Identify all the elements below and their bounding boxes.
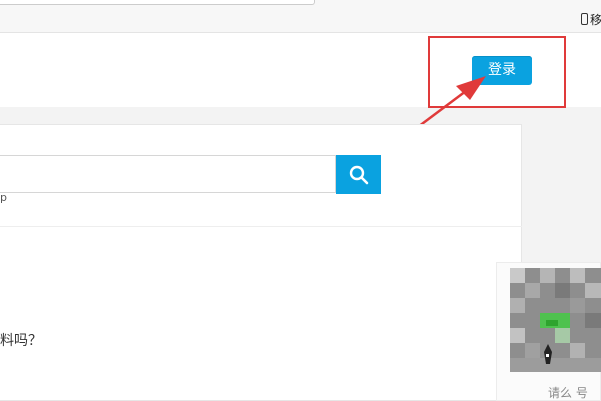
question-text: 料吗？	[0, 333, 42, 349]
annotation-highlight-box	[428, 36, 566, 108]
top-bar: 移	[0, 0, 601, 33]
phone-icon	[581, 13, 588, 25]
search-icon	[349, 165, 368, 184]
divider	[0, 226, 522, 227]
search-button[interactable]	[336, 155, 381, 194]
mobile-link-label: 移	[590, 12, 601, 27]
qr-caption: 请么 号	[548, 386, 588, 400]
text-fragment: p	[0, 191, 7, 204]
top-search-field[interactable]	[0, 0, 315, 5]
qr-code-image	[510, 268, 601, 372]
mobile-link[interactable]: 移	[581, 11, 601, 27]
search-input[interactable]	[0, 155, 336, 193]
